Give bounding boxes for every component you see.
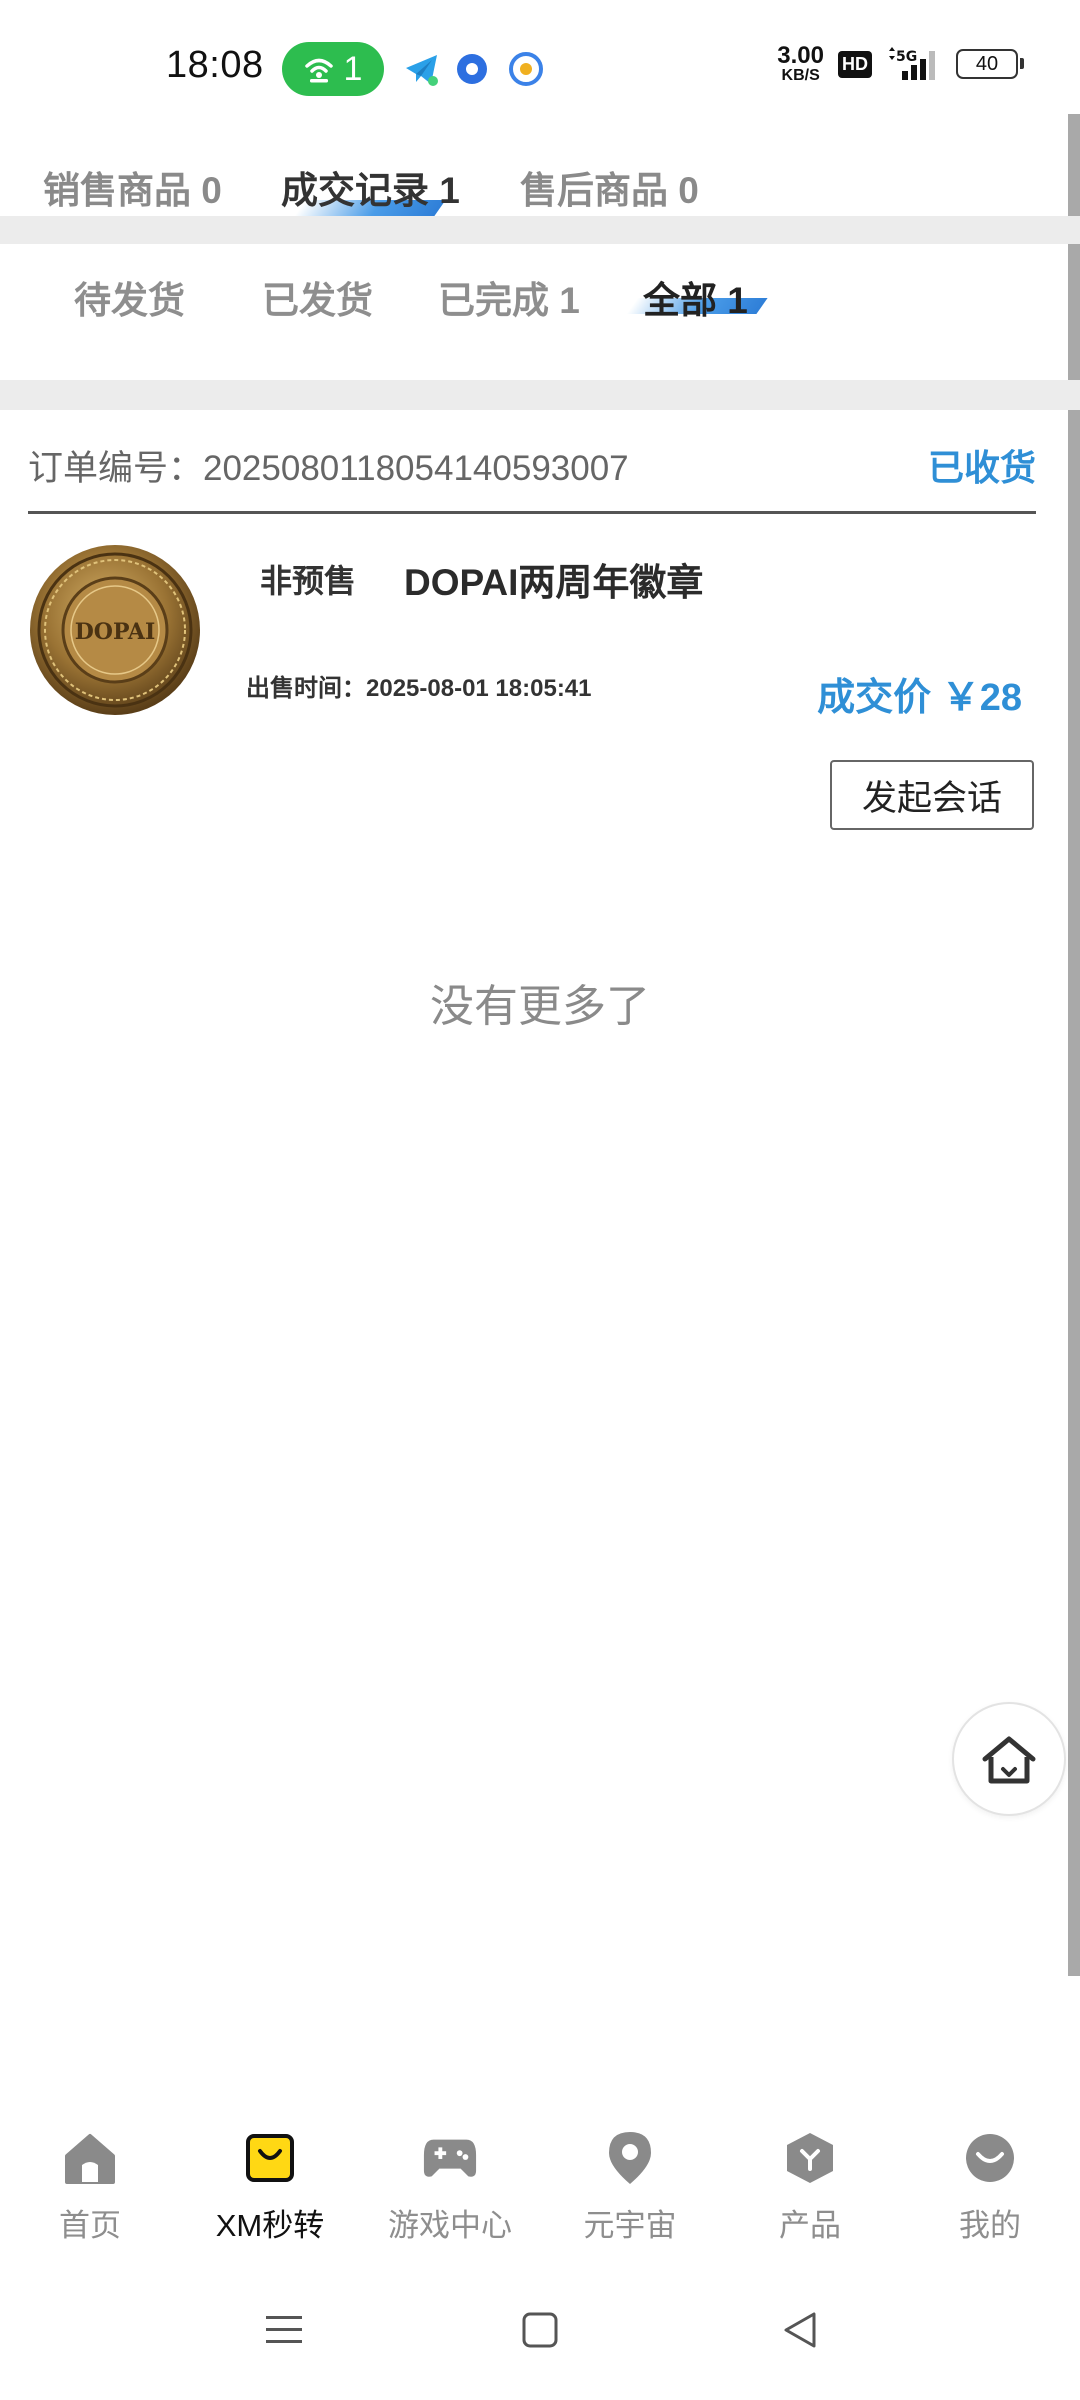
nav-home[interactable]: 首页 xyxy=(0,2130,180,2245)
hotspot-icon xyxy=(304,58,333,83)
location-pin-icon xyxy=(609,2132,651,2184)
telegram-icon xyxy=(406,55,438,86)
order-divider xyxy=(28,511,1036,514)
svg-text:DOPAI: DOPAI xyxy=(75,619,156,645)
subtab-completed[interactable]: 已完成 1 xyxy=(438,270,580,324)
back-triangle-icon xyxy=(784,2312,816,2348)
subtab-pending-shipment[interactable]: 待发货 xyxy=(74,270,185,324)
smile-profile-icon xyxy=(966,2134,1014,2182)
order-number: 订单编号：2025080118054140593007 xyxy=(28,448,629,488)
status-bar: 18:08 1 3.00 KB/S HD 5G 40 xyxy=(0,0,1080,118)
tab-after-sales[interactable]: 售后商品 0 xyxy=(520,160,699,214)
nav-game-center[interactable]: 游戏中心 xyxy=(360,2130,540,2245)
deal-price: 成交价 ￥28 xyxy=(817,677,1022,719)
system-back-button[interactable] xyxy=(770,2300,830,2360)
section-divider xyxy=(0,216,1080,244)
tab-deal-records[interactable]: 成交记录 1 xyxy=(281,160,460,214)
shopping-bag-icon xyxy=(246,2134,294,2182)
nav-profile[interactable]: 我的 xyxy=(900,2130,1080,2245)
battery-level: 40 xyxy=(975,52,999,75)
order-header: 订单编号：2025080118054140593007 已收货 xyxy=(28,436,1036,494)
presale-tag: 非预售 xyxy=(260,563,357,599)
cube-icon xyxy=(787,2133,833,2183)
browser-app-icon xyxy=(509,52,543,86)
system-nav-bar xyxy=(0,2300,1080,2370)
menu-icon xyxy=(266,2316,302,2343)
tab-selling-goods[interactable]: 销售商品 0 xyxy=(43,160,222,214)
nav-metaverse[interactable]: 元宇宙 xyxy=(540,2130,720,2245)
start-chat-button[interactable]: 发起会话 xyxy=(830,760,1034,830)
system-home-button[interactable] xyxy=(510,2300,570,2360)
hotspot-count: 1 xyxy=(343,49,363,88)
product-name[interactable]: DOPAI两周年徽章 xyxy=(404,552,703,606)
app-notification-icon xyxy=(457,54,487,84)
subtab-all[interactable]: 全部 1 xyxy=(643,270,748,324)
hotspot-indicator: 1 xyxy=(282,42,384,96)
bottom-nav: 首页 XM秒转 游戏中心 元宇宙 产品 我的 xyxy=(0,2130,1080,2260)
home-outline-icon xyxy=(982,1736,1036,1784)
list-end-text: 没有更多了 xyxy=(430,982,650,1031)
square-home-icon xyxy=(522,2312,558,2348)
sale-time-label: 出售时间： xyxy=(246,675,366,702)
subtab-shipped[interactable]: 已发货 xyxy=(262,270,373,324)
status-right: 3.00 KB/S HD 5G 40 xyxy=(777,42,1024,84)
hd-badge: HD xyxy=(838,50,872,78)
svg-text:5G: 5G xyxy=(896,49,917,65)
system-menu-button[interactable] xyxy=(254,2300,314,2360)
network-speed: 3.00 KB/S xyxy=(777,42,824,84)
floating-home-button[interactable] xyxy=(952,1702,1066,1816)
status-time: 18:08 xyxy=(166,44,264,86)
nav-products[interactable]: 产品 xyxy=(720,2130,900,2245)
sale-time: 出售时间：2025-08-01 18:05:41 xyxy=(246,668,592,703)
gamepad-icon xyxy=(423,2139,477,2177)
signal-5g-icon: 5G xyxy=(889,47,935,80)
main-tabs: 销售商品 0 成交记录 1 售后商品 0 xyxy=(0,160,1080,220)
order-status: 已收货 xyxy=(927,447,1036,488)
home-icon xyxy=(65,2134,115,2184)
sale-time-value: 2025-08-01 18:05:41 xyxy=(366,675,592,702)
section-divider xyxy=(0,380,1080,410)
battery-icon: 40 xyxy=(956,49,1024,79)
product-image-coin[interactable]: DOPAI xyxy=(28,543,203,718)
nav-xm-quick-transfer[interactable]: XM秒转 xyxy=(180,2130,360,2245)
